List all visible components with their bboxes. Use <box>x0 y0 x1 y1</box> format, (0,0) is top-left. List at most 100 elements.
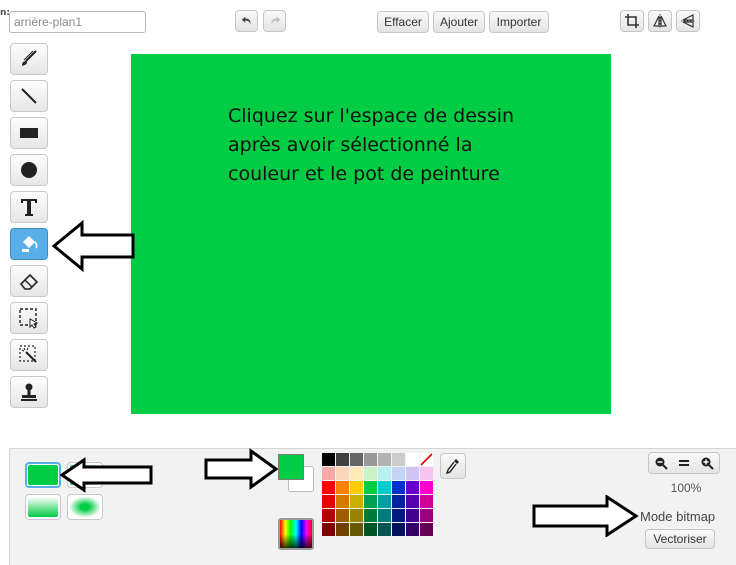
magic-select-tool[interactable] <box>10 339 48 371</box>
flip-vertical-button[interactable] <box>676 10 700 32</box>
rectangle-tool[interactable] <box>10 117 48 149</box>
fill-solid-swatch <box>28 465 58 485</box>
palette-color-swatch[interactable] <box>406 481 419 494</box>
arrow-icon <box>60 457 153 493</box>
palette-color-swatch[interactable] <box>364 523 377 536</box>
palette-color-swatch[interactable] <box>406 495 419 508</box>
palette-color-swatch[interactable] <box>350 467 363 480</box>
crop-button[interactable] <box>620 10 644 32</box>
flip-vertical-icon <box>681 14 695 28</box>
flip-horizontal-button[interactable] <box>648 10 672 32</box>
convert-to-vector-button[interactable]: Vectoriser <box>645 529 715 549</box>
palette-color-swatch[interactable] <box>392 453 405 466</box>
fill-tool[interactable] <box>10 228 48 260</box>
palette-color-swatch[interactable] <box>378 453 391 466</box>
palette-color-swatch[interactable] <box>406 467 419 480</box>
palette-color-swatch[interactable] <box>350 495 363 508</box>
palette-color-swatch[interactable] <box>420 495 433 508</box>
import-button[interactable]: Importer <box>489 11 549 33</box>
palette-color-swatch[interactable] <box>378 481 391 494</box>
zoom-controls <box>648 452 720 474</box>
stamp-tool[interactable] <box>10 376 48 408</box>
primary-color-swatch[interactable] <box>278 454 304 480</box>
instruction-line: après avoir sélectionné la <box>228 134 473 156</box>
arrow-icon <box>52 220 135 272</box>
select-icon <box>19 308 39 329</box>
palette-color-swatch[interactable] <box>336 467 349 480</box>
palette-color-swatch[interactable] <box>392 523 405 536</box>
palette-color-swatch[interactable] <box>350 481 363 494</box>
add-button[interactable]: Ajouter <box>433 11 485 33</box>
ellipse-tool[interactable] <box>10 154 48 186</box>
costume-name-input[interactable]: arrière-plan1 <box>9 11 146 33</box>
palette-color-swatch[interactable] <box>420 509 433 522</box>
palette-color-swatch[interactable] <box>350 523 363 536</box>
palette-color-swatch[interactable] <box>322 509 335 522</box>
palette-color-swatch[interactable] <box>350 509 363 522</box>
text-tool[interactable] <box>10 191 48 223</box>
palette-color-swatch[interactable] <box>336 495 349 508</box>
palette-color-swatch[interactable] <box>350 453 363 466</box>
palette-color-swatch[interactable] <box>364 509 377 522</box>
palette-color-swatch[interactable] <box>420 467 433 480</box>
eyedropper-button[interactable] <box>440 453 466 479</box>
zoom-out-icon <box>655 457 668 470</box>
brush-icon <box>22 50 37 66</box>
color-spectrum-button[interactable] <box>278 518 314 550</box>
palette-color-swatch[interactable] <box>406 523 419 536</box>
palette-color-swatch[interactable] <box>406 509 419 522</box>
palette-color-swatch[interactable] <box>364 481 377 494</box>
palette-color-swatch[interactable] <box>378 495 391 508</box>
crop-icon <box>625 14 639 28</box>
palette-color-swatch[interactable] <box>378 509 391 522</box>
canvas-instruction-text: Cliquez sur l'espace de dessin après avo… <box>228 102 568 189</box>
palette-color-swatch[interactable] <box>336 453 349 466</box>
eyedropper-icon <box>445 459 459 475</box>
transparent-color-swatch[interactable] <box>420 453 433 466</box>
palette-color-swatch[interactable] <box>336 509 349 522</box>
arrow-icon <box>532 495 639 537</box>
palette-color-swatch[interactable] <box>406 453 419 466</box>
eraser-tool[interactable] <box>10 265 48 297</box>
zoom-out-button[interactable] <box>649 453 672 473</box>
zoom-reset-button[interactable] <box>672 453 695 473</box>
palette-color-swatch[interactable] <box>336 481 349 494</box>
palette-color-swatch[interactable] <box>322 523 335 536</box>
paint-bucket-icon <box>22 236 38 252</box>
redo-button[interactable] <box>263 10 286 32</box>
ellipse-icon <box>21 162 37 178</box>
fill-radial-gradient-option[interactable] <box>67 494 103 520</box>
palette-color-swatch[interactable] <box>364 467 377 480</box>
zoom-in-icon <box>701 457 715 470</box>
select-tool[interactable] <box>10 302 48 334</box>
redo-icon <box>270 16 280 25</box>
palette-color-swatch[interactable] <box>322 495 335 508</box>
palette-color-swatch[interactable] <box>392 481 405 494</box>
stamp-icon <box>21 383 37 401</box>
palette-color-swatch[interactable] <box>378 467 391 480</box>
fill-vertical-gradient-swatch <box>28 497 58 517</box>
palette-color-swatch[interactable] <box>392 467 405 480</box>
fill-vertical-gradient-option[interactable] <box>25 494 61 520</box>
brush-tool[interactable] <box>10 43 48 75</box>
palette-color-swatch[interactable] <box>420 481 433 494</box>
eraser-icon <box>19 273 39 290</box>
line-tool[interactable] <box>10 80 48 112</box>
arrow-icon <box>204 448 279 490</box>
palette-color-swatch[interactable] <box>322 467 335 480</box>
palette-color-swatch[interactable] <box>364 453 377 466</box>
fill-radial-gradient-swatch <box>70 497 100 517</box>
undo-button[interactable] <box>235 10 258 32</box>
palette-color-swatch[interactable] <box>364 495 377 508</box>
palette-color-swatch[interactable] <box>322 481 335 494</box>
clear-button[interactable]: Effacer <box>377 11 429 33</box>
fill-solid-option[interactable] <box>25 462 61 488</box>
palette-color-swatch[interactable] <box>322 453 335 466</box>
palette-color-swatch[interactable] <box>392 509 405 522</box>
palette-color-swatch[interactable] <box>420 523 433 536</box>
instruction-line: couleur et le pot de peinture <box>228 163 500 185</box>
palette-color-swatch[interactable] <box>378 523 391 536</box>
palette-color-swatch[interactable] <box>336 523 349 536</box>
palette-color-swatch[interactable] <box>392 495 405 508</box>
zoom-in-button[interactable] <box>696 453 719 473</box>
